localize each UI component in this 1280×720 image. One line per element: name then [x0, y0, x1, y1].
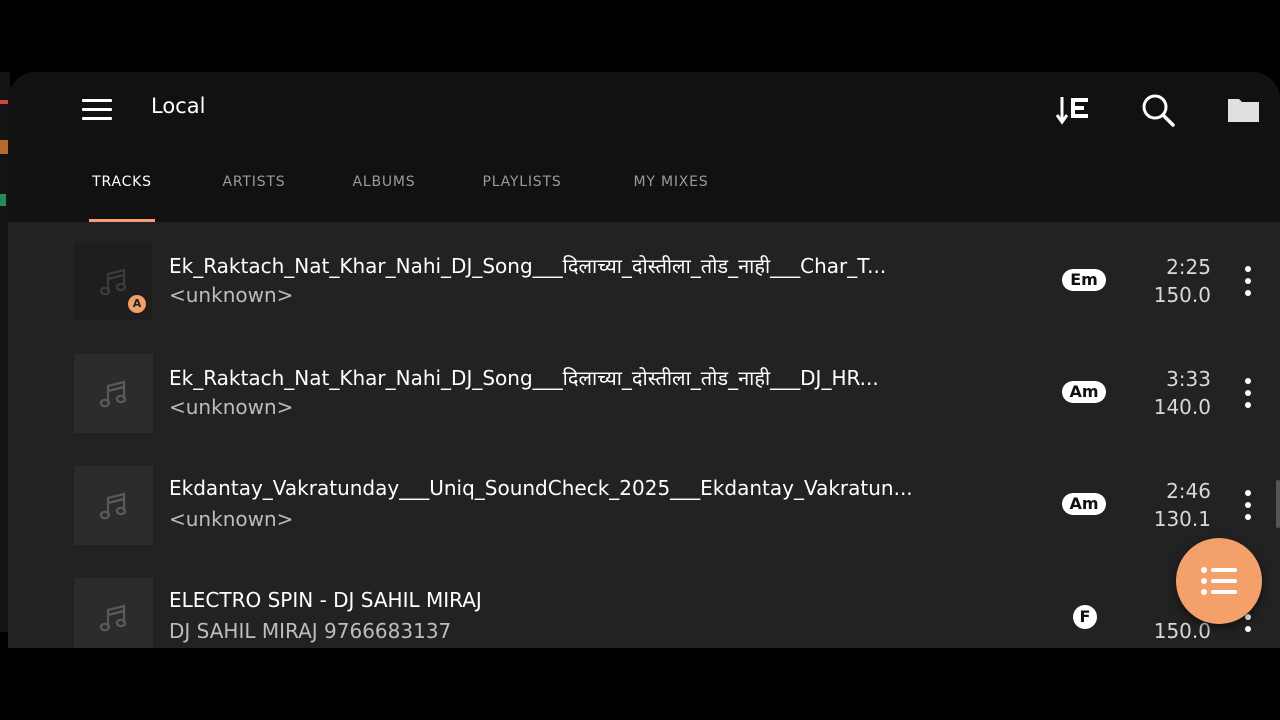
tab-label: PLAYLISTS	[482, 174, 562, 190]
sort-icon[interactable]	[1054, 90, 1094, 130]
track-row[interactable]: Ekdantay_Vakratunday___Uniq_SoundCheck_2…	[8, 446, 1266, 558]
tab-my-mixes[interactable]: MY MIXES	[626, 168, 716, 222]
track-bpm: 130.1	[1153, 507, 1211, 531]
list-scrollbar[interactable]	[1276, 480, 1280, 528]
folder-icon[interactable]	[1224, 90, 1264, 130]
tab-artists[interactable]: ARTISTS	[214, 168, 294, 222]
track-title: Ekdantay_Vakratunday___Uniq_SoundCheck_2…	[169, 476, 913, 500]
track-title: ELECTRO SPIN - DJ SAHIL MIRAJ	[169, 588, 482, 612]
tab-label: ALBUMS	[352, 174, 416, 190]
track-bpm: 150.0	[1153, 283, 1211, 307]
key-badge: Em	[1062, 269, 1106, 291]
background-mark	[0, 100, 8, 104]
track-artwork	[74, 578, 153, 648]
track-title: Ek_Raktach_Nat_Khar_Nahi_DJ_Song___दिलाच…	[169, 254, 887, 278]
track-artist: <unknown>	[169, 395, 294, 419]
queue-fab-button[interactable]	[1176, 538, 1262, 624]
page-title: Local	[151, 94, 206, 118]
tab-bar: TRACKS ARTISTS ALBUMS PLAYLISTS MY MIXES	[8, 168, 1280, 222]
track-artist: DJ SAHIL MIRAJ 9766683137	[169, 619, 452, 643]
key-badge: F	[1073, 605, 1097, 629]
track-title: Ek_Raktach_Nat_Khar_Nahi_DJ_Song___दिलाच…	[169, 366, 879, 390]
track-duration: 3:33	[1166, 367, 1211, 391]
track-duration: 2:25	[1166, 255, 1211, 279]
track-artist: <unknown>	[169, 283, 294, 307]
top-bar: Local TRACKS ARTISTS ALBUMS PLAYLISTS MY…	[8, 72, 1280, 222]
music-note-icon	[99, 268, 126, 295]
track-row[interactable]: Ek_Raktach_Nat_Khar_Nahi_DJ_Song___दिलाच…	[8, 334, 1266, 446]
tab-playlists[interactable]: PLAYLISTS	[474, 168, 570, 222]
music-note-icon	[99, 492, 126, 519]
tab-label: MY MIXES	[633, 174, 709, 190]
search-icon[interactable]	[1138, 90, 1178, 130]
more-options-icon[interactable]	[1236, 266, 1260, 296]
app-window: Local TRACKS ARTISTS ALBUMS PLAYLISTS MY…	[8, 72, 1280, 648]
tab-label: TRACKS	[92, 174, 152, 190]
more-options-icon[interactable]	[1236, 378, 1260, 408]
music-note-icon	[99, 380, 126, 407]
background-mark	[0, 140, 8, 154]
track-row[interactable]: A Ek_Raktach_Nat_Khar_Nahi_DJ_Song___दिल…	[8, 222, 1266, 334]
track-bpm: 150.0	[1153, 619, 1211, 643]
music-note-icon	[99, 604, 126, 631]
key-badge: Am	[1062, 381, 1106, 403]
track-artist: <unknown>	[169, 507, 294, 531]
track-artwork	[74, 466, 153, 545]
more-options-icon[interactable]	[1236, 490, 1260, 520]
deck-a-badge: A	[128, 295, 146, 313]
tab-label: ARTISTS	[222, 174, 286, 190]
list-icon	[1201, 567, 1237, 595]
track-artwork	[74, 354, 153, 433]
hamburger-menu-icon[interactable]	[82, 92, 122, 126]
track-row[interactable]: ELECTRO SPIN - DJ SAHIL MIRAJ DJ SAHIL M…	[8, 558, 1266, 648]
tab-albums[interactable]: ALBUMS	[348, 168, 420, 222]
track-bpm: 140.0	[1153, 395, 1211, 419]
track-duration: 2:46	[1166, 479, 1211, 503]
tab-tracks[interactable]: TRACKS	[89, 168, 155, 222]
background-mark	[0, 194, 6, 206]
key-badge: Am	[1062, 493, 1106, 515]
